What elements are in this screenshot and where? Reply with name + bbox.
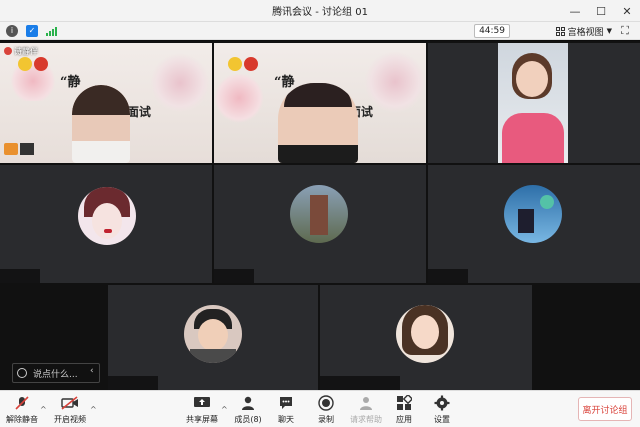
video-label: 开启视频 bbox=[54, 415, 86, 424]
logo bbox=[34, 57, 48, 71]
chevron-up-icon[interactable]: ^ bbox=[221, 405, 228, 414]
record-label: 录制 bbox=[318, 415, 334, 424]
avatar bbox=[504, 185, 562, 243]
chat-button[interactable]: 聊天 bbox=[266, 394, 306, 425]
request-help-button[interactable]: 请求帮助 bbox=[346, 394, 386, 425]
name-bar bbox=[0, 269, 40, 283]
flower-decoration bbox=[214, 73, 264, 123]
view-mode-label: 宫格视图 bbox=[567, 27, 604, 38]
camera-off-icon bbox=[61, 394, 79, 412]
name-bar bbox=[320, 376, 400, 390]
close-button[interactable]: ✕ bbox=[614, 0, 640, 22]
participant-video bbox=[498, 43, 568, 163]
mic-icon bbox=[20, 143, 34, 155]
logo bbox=[244, 57, 258, 71]
participant-tile-7[interactable] bbox=[108, 285, 318, 390]
settings-button[interactable]: 设置 bbox=[422, 394, 462, 425]
members-label: 成员(8) bbox=[234, 415, 262, 424]
avatar bbox=[78, 187, 136, 245]
record-icon bbox=[317, 394, 335, 412]
record-button[interactable]: 录制 bbox=[306, 394, 346, 425]
window-controls: — ☐ ✕ bbox=[562, 0, 640, 22]
info-icon[interactable]: i bbox=[6, 24, 18, 37]
chat-placeholder: 说点什么... bbox=[33, 369, 78, 380]
logo bbox=[18, 57, 32, 71]
avatar bbox=[396, 305, 454, 363]
meeting-toolbar: 解除静音 ^ 开启视频 ^ 共享屏幕 ^ 成员(8) 聊天 录制 请求帮助 应用… bbox=[0, 390, 640, 427]
settings-label: 设置 bbox=[434, 415, 450, 424]
flower-decoration bbox=[8, 61, 58, 101]
participant-video bbox=[278, 83, 358, 163]
apps-button[interactable]: 应用 bbox=[384, 394, 424, 425]
share-screen-button[interactable]: 共享屏幕 bbox=[182, 394, 222, 425]
meeting-timer: 44:59 bbox=[474, 24, 510, 38]
participant-tile-6[interactable] bbox=[428, 165, 640, 283]
participant-video bbox=[72, 85, 130, 163]
flower-decoration bbox=[364, 51, 426, 113]
name-bar bbox=[214, 269, 254, 283]
emoji-icon[interactable] bbox=[17, 368, 27, 378]
avatar bbox=[184, 305, 242, 363]
unmute-button[interactable]: 解除静音 bbox=[2, 394, 42, 425]
apps-label: 应用 bbox=[396, 415, 412, 424]
participant-tile-1[interactable]: “静 ”面试 诗静伴 bbox=[0, 43, 212, 163]
share-label: 共享屏幕 bbox=[186, 415, 218, 424]
gear-icon bbox=[433, 394, 451, 412]
title-bar: 腾讯会议 - 讨论组 01 — ☐ ✕ bbox=[0, 0, 640, 22]
chevron-down-icon: ▼ bbox=[606, 27, 612, 35]
apps-icon bbox=[395, 394, 413, 412]
chat-icon bbox=[277, 394, 295, 412]
participant-tile-5[interactable] bbox=[214, 165, 426, 283]
chevron-up-icon[interactable]: ^ bbox=[40, 405, 47, 414]
participant-tile-2[interactable]: “静 ”面试 bbox=[214, 43, 426, 163]
help-label: 请求帮助 bbox=[350, 415, 382, 424]
video-grid: “静 ”面试 诗静伴 “静 ”面试 bbox=[0, 41, 640, 390]
chevron-left-icon[interactable]: ‹ bbox=[90, 366, 94, 376]
participant-tile-3[interactable] bbox=[428, 43, 640, 163]
leave-breakout-button[interactable]: 离开讨论组 bbox=[578, 397, 632, 421]
logo bbox=[228, 57, 242, 71]
help-icon bbox=[357, 394, 375, 412]
grid-icon bbox=[555, 26, 565, 36]
chevron-up-icon[interactable]: ^ bbox=[90, 405, 97, 414]
share-screen-icon bbox=[193, 394, 211, 412]
mic-muted-icon bbox=[4, 47, 12, 55]
view-mode-dropdown[interactable]: 宫格视图 ▼ bbox=[555, 24, 612, 38]
start-video-button[interactable]: 开启视频 bbox=[50, 394, 90, 425]
flower-decoration bbox=[150, 53, 210, 113]
chat-input[interactable]: 说点什么... bbox=[12, 363, 100, 383]
fullscreen-icon[interactable]: ⛶ bbox=[618, 24, 632, 38]
empty-tile bbox=[534, 285, 640, 390]
window-title: 腾讯会议 - 讨论组 01 bbox=[272, 7, 368, 18]
unmute-label: 解除静音 bbox=[6, 415, 38, 424]
banner-text: “静 bbox=[60, 75, 81, 90]
signal-icon[interactable] bbox=[46, 26, 57, 36]
participant-name: 诗静伴 bbox=[14, 46, 38, 56]
shield-icon[interactable]: ✓ bbox=[26, 24, 38, 37]
chat-label: 聊天 bbox=[278, 415, 294, 424]
user-icon bbox=[4, 143, 18, 155]
info-bar: i ✓ bbox=[0, 22, 640, 40]
members-icon bbox=[239, 394, 257, 412]
avatar bbox=[290, 185, 348, 243]
mic-muted-icon bbox=[13, 394, 31, 412]
participant-tile-8[interactable] bbox=[320, 285, 532, 390]
name-bar bbox=[108, 376, 158, 390]
name-badge: 诗静伴 bbox=[4, 45, 38, 57]
name-bar bbox=[428, 269, 468, 283]
maximize-button[interactable]: ☐ bbox=[588, 0, 614, 22]
members-button[interactable]: 成员(8) bbox=[228, 394, 268, 425]
participant-tile-4[interactable] bbox=[0, 165, 212, 283]
banner-text: “静 bbox=[274, 75, 295, 90]
minimize-button[interactable]: — bbox=[562, 0, 588, 22]
